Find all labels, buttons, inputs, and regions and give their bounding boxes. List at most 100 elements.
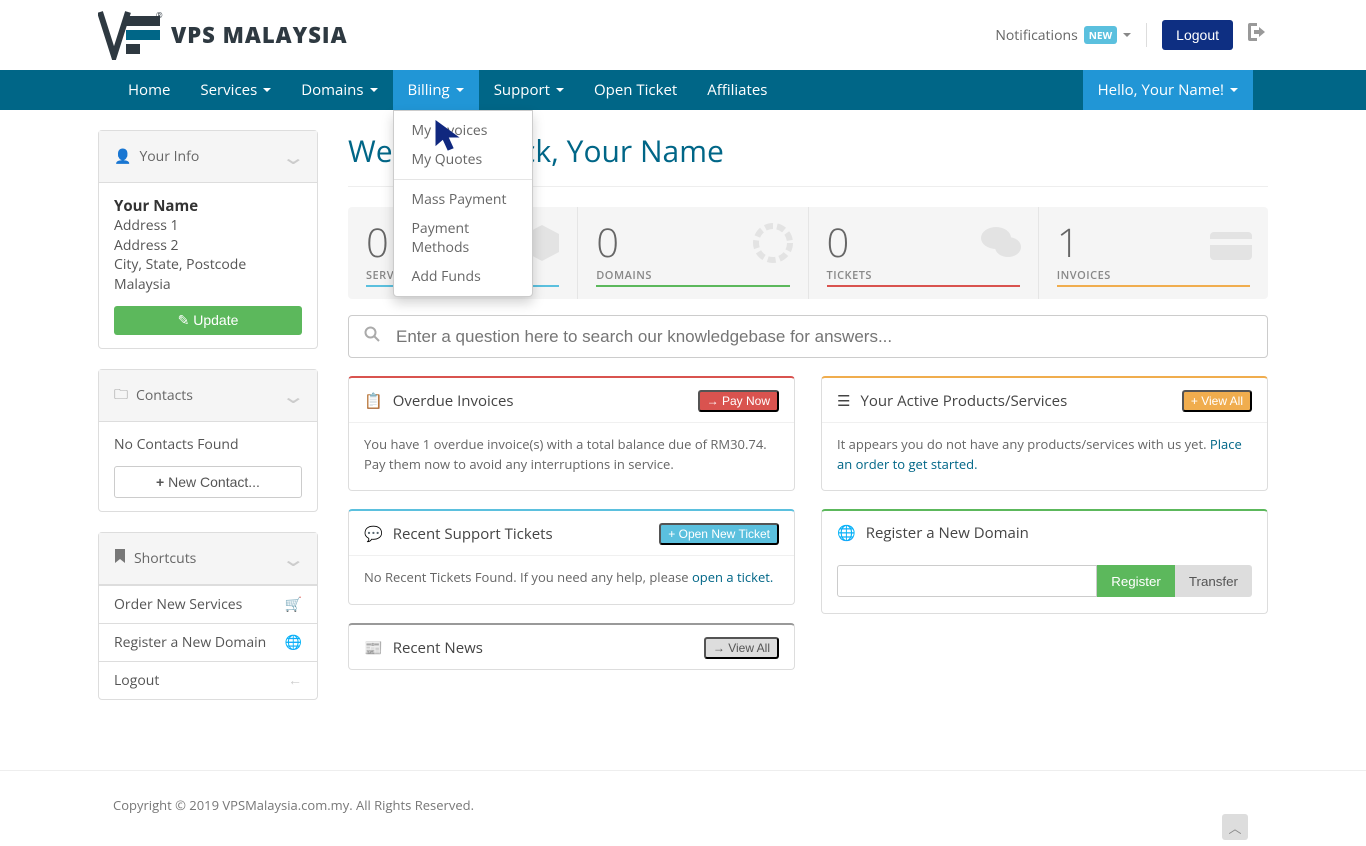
- nav-domains[interactable]: Domains: [286, 70, 392, 110]
- caret-down-icon: [263, 88, 271, 92]
- menu-mass-payment[interactable]: Mass Payment: [394, 185, 532, 214]
- contacts-panel: 🗀Contacts ⌄ No Contacts Found + New Cont…: [98, 369, 318, 512]
- kb-search-input[interactable]: [396, 327, 1252, 347]
- nav-support[interactable]: Support: [479, 70, 579, 110]
- svg-text:®: ®: [156, 10, 163, 21]
- recent-tickets-card: 💬 Recent Support Tickets + Open New Ticke…: [348, 509, 795, 605]
- view-all-label: View All: [1201, 394, 1243, 408]
- tickets-text: No Recent Tickets Found. If you need any…: [364, 568, 692, 586]
- your-info-heading[interactable]: 👤Your Info ⌄: [99, 131, 317, 183]
- nav-open-ticket[interactable]: Open Ticket: [579, 70, 692, 110]
- view-all-news-button[interactable]: → View All: [704, 637, 779, 659]
- stat-underline: [827, 285, 1020, 287]
- user-icon: 👤: [114, 147, 131, 166]
- folder-icon: 🗀: [114, 384, 128, 408]
- update-button[interactable]: ✎ Update: [114, 306, 302, 335]
- chevron-down-icon: ⌄: [281, 545, 306, 572]
- contacts-title: Contacts: [136, 386, 193, 405]
- menu-my-invoices[interactable]: My Invoices: [394, 116, 532, 145]
- warning-icon: 📋: [364, 391, 383, 411]
- nav-user-greeting[interactable]: Hello, Your Name!: [1083, 70, 1253, 110]
- new-badge: NEW: [1084, 26, 1117, 44]
- new-contact-label: New Contact...: [168, 474, 260, 490]
- update-label: Update: [193, 312, 238, 328]
- logo[interactable]: ® VPS MALAYSIA: [98, 10, 348, 60]
- nav-billing[interactable]: Billing: [393, 70, 479, 110]
- comments-icon: 💬: [364, 524, 383, 544]
- address-line-1: Address 1: [114, 216, 302, 236]
- open-new-ticket-button[interactable]: + Open New Ticket: [659, 523, 779, 545]
- open-ticket-link[interactable]: open a ticket.: [692, 568, 773, 586]
- view-all-label: View All: [728, 641, 770, 655]
- vertical-divider: [1146, 23, 1147, 47]
- user-name: Your Name: [114, 196, 302, 216]
- card-title-text: Recent News: [393, 638, 483, 658]
- logout-button[interactable]: Logout: [1162, 20, 1233, 50]
- tasks-icon: ☰: [837, 391, 850, 411]
- menu-payment-methods[interactable]: Payment Methods: [394, 214, 532, 262]
- pay-now-button[interactable]: → Pay Now: [698, 390, 779, 412]
- stat-domains[interactable]: 0 DOMAINS: [578, 207, 808, 299]
- nav-home[interactable]: Home: [113, 70, 185, 110]
- caret-down-icon: [556, 88, 564, 92]
- shortcut-order-services[interactable]: Order New Services 🛒: [99, 586, 317, 623]
- nav-services[interactable]: Services: [185, 70, 286, 110]
- brand-logo-icon: ®: [98, 10, 163, 60]
- shortcuts-panel: Shortcuts ⌄ Order New Services 🛒 Register…: [98, 532, 318, 700]
- chevron-down-icon: ⌄: [281, 382, 306, 409]
- transfer-domain-button[interactable]: Transfer: [1175, 565, 1252, 597]
- products-body: It appears you do not have any products/…: [822, 423, 1267, 490]
- view-all-products-button[interactable]: + View All: [1182, 390, 1252, 412]
- chevron-up-icon: ︿: [1228, 818, 1241, 837]
- caret-down-icon: [1123, 33, 1131, 37]
- brand-text: VPS MALAYSIA: [171, 20, 348, 50]
- stat-underline: [1057, 285, 1250, 287]
- pencil-icon: ✎: [178, 312, 190, 329]
- cart-icon: 🛒: [285, 595, 302, 614]
- address-city: City, State, Postcode: [114, 255, 302, 275]
- nav-billing-label: Billing: [408, 80, 450, 100]
- card-icon: [1208, 221, 1254, 276]
- overdue-body: You have 1 overdue invoice(s) with a tot…: [349, 423, 794, 490]
- new-contact-button[interactable]: + New Contact...: [114, 466, 302, 498]
- bookmark-icon: [114, 549, 126, 568]
- recent-news-card: 📰 Recent News → View All: [348, 623, 795, 670]
- footer-copyright: Copyright © 2019 VPSMalaysia.com.my. All…: [113, 796, 474, 814]
- stat-invoices[interactable]: 1 INVOICES: [1039, 207, 1268, 299]
- greeting-label: Hello, Your Name!: [1098, 80, 1224, 100]
- back-to-top-button[interactable]: ︿: [1222, 814, 1248, 840]
- notifications-dropdown[interactable]: Notifications NEW: [995, 26, 1131, 45]
- shortcut-register-domain[interactable]: Register a New Domain 🌐: [99, 624, 317, 661]
- tickets-body: No Recent Tickets Found. If you need any…: [349, 556, 794, 604]
- address-line-2: Address 2: [114, 236, 302, 256]
- list-icon: 📰: [364, 638, 383, 658]
- comments-icon: [978, 221, 1024, 276]
- products-text: It appears you do not have any products/…: [837, 435, 1210, 453]
- register-domain-button[interactable]: Register: [1097, 565, 1175, 597]
- open-ticket-label: Open New Ticket: [679, 527, 770, 541]
- shortcuts-heading[interactable]: Shortcuts ⌄: [99, 533, 317, 585]
- shortcut-label: Register a New Domain: [114, 633, 266, 652]
- menu-my-quotes[interactable]: My Quotes: [394, 145, 532, 174]
- globe-icon: 🌐: [285, 633, 302, 652]
- card-title-text: Your Active Products/Services: [860, 391, 1067, 411]
- signout-icon[interactable]: [1248, 23, 1268, 47]
- nav-services-label: Services: [200, 80, 257, 100]
- contacts-heading[interactable]: 🗀 Contacts ⌄: [99, 370, 317, 422]
- shortcut-logout[interactable]: Logout←: [99, 662, 317, 699]
- menu-add-funds[interactable]: Add Funds: [394, 262, 532, 291]
- stat-underline: [596, 285, 789, 287]
- pay-now-label: Pay Now: [722, 394, 770, 408]
- caret-down-icon: [456, 88, 464, 92]
- stat-tickets[interactable]: 0 TICKETS: [809, 207, 1039, 299]
- nav-domains-label: Domains: [301, 80, 363, 100]
- card-title-text: Recent Support Tickets: [393, 524, 553, 544]
- your-info-panel: 👤Your Info ⌄ Your Name Address 1 Address…: [98, 130, 318, 349]
- shortcut-label: Order New Services: [114, 595, 242, 614]
- nav-affiliates[interactable]: Affiliates: [692, 70, 782, 110]
- globe-icon: 🌐: [837, 523, 856, 543]
- notifications-label: Notifications: [995, 26, 1077, 45]
- domain-input[interactable]: [837, 565, 1097, 597]
- register-domain-card: 🌐Register a New Domain Register Transfer: [821, 509, 1268, 614]
- caret-down-icon: [370, 88, 378, 92]
